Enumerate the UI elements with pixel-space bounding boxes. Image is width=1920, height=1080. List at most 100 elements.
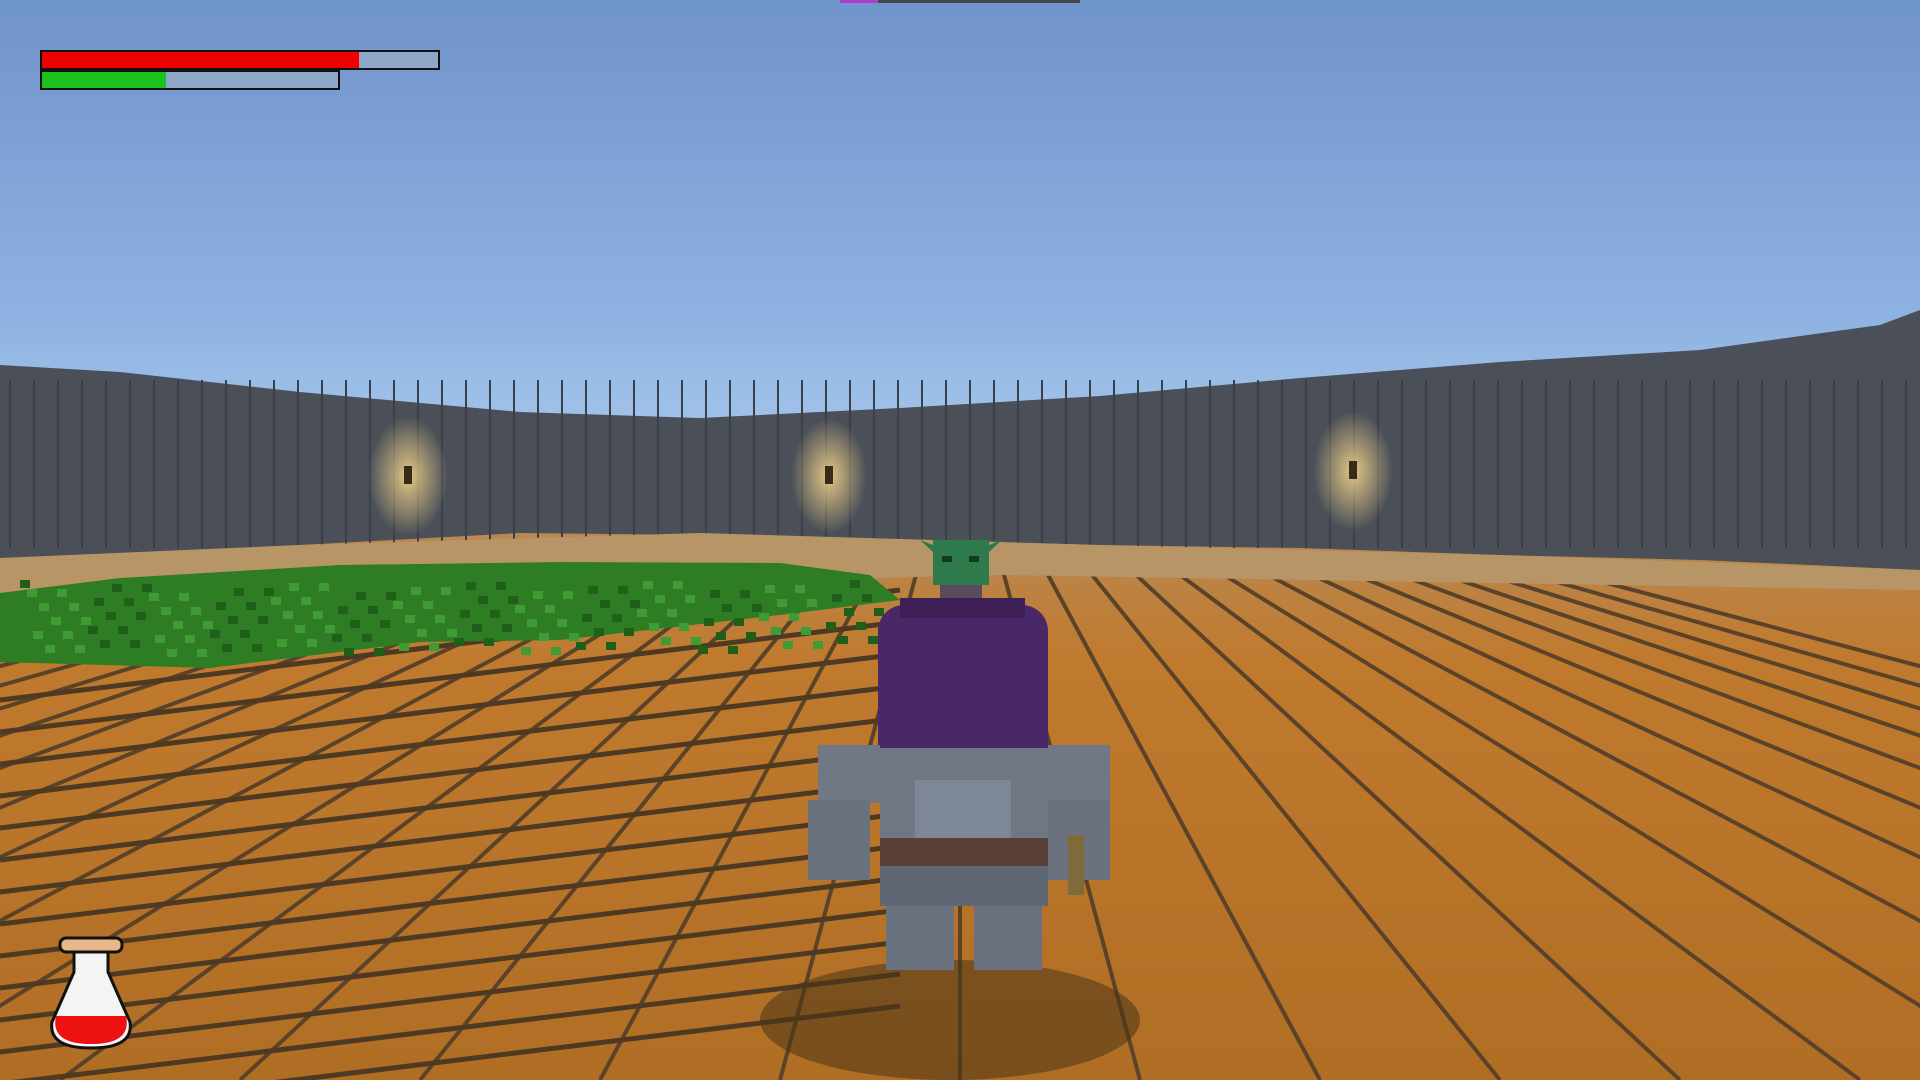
grass-tuft (197, 649, 207, 657)
grass-tuft (142, 584, 152, 592)
grass-tuft (783, 641, 793, 649)
grass-tuft (20, 580, 30, 588)
grass-tuft (88, 626, 98, 634)
grass-tuft (533, 591, 543, 599)
grass-tuft (277, 639, 287, 647)
grass-tuft (252, 644, 262, 652)
grass-tuft (588, 586, 598, 594)
grass-tuft (777, 599, 787, 607)
grass-tuft (771, 627, 781, 635)
grass-tuft (594, 628, 604, 636)
grass-tuft (386, 592, 396, 600)
grass-tuft (240, 630, 250, 638)
grass-tuft (484, 638, 494, 646)
grass-tuft (472, 624, 482, 632)
grass-tuft (740, 590, 750, 598)
grass-tuft (460, 610, 470, 618)
grass-tuft (515, 605, 525, 613)
grass-tuft (545, 605, 555, 613)
grass-tuft (569, 633, 579, 641)
grass-tuft (716, 632, 726, 640)
grass-tuft (301, 597, 311, 605)
grass-tuft (765, 585, 775, 593)
grass-tuft (813, 641, 823, 649)
wall-torch (1313, 411, 1393, 531)
grass-tuft (539, 633, 549, 641)
grass-tuft (33, 631, 43, 639)
grass-tuft (136, 612, 146, 620)
wall-torch (368, 416, 448, 536)
grass-tuft (801, 627, 811, 635)
grass-tuft (807, 599, 817, 607)
grass-tuft (673, 581, 683, 589)
grass-tuft (466, 582, 476, 590)
grass-tuft (691, 637, 701, 645)
grass-tuft (118, 626, 128, 634)
grass-tuft (521, 647, 531, 655)
grass-tuft (563, 591, 573, 599)
grass-tuft (759, 613, 769, 621)
health-potion-icon[interactable] (46, 936, 136, 1052)
grass-tuft (435, 615, 445, 623)
grass-tuft (216, 602, 226, 610)
enemy-health-bar-fill (840, 0, 879, 3)
grass-tuft (319, 583, 329, 591)
grass-tuft (344, 648, 354, 656)
grass-tuft (338, 606, 348, 614)
grass-tuft (728, 646, 738, 654)
grass-tuft (356, 592, 366, 600)
health-bar-fill (42, 52, 359, 68)
grass-tuft (106, 612, 116, 620)
grass-tuft (423, 601, 433, 609)
grass-tuft (246, 602, 256, 610)
grass-tuft (557, 619, 567, 627)
grass-tuft (868, 636, 878, 644)
grass-tuft (447, 629, 457, 637)
grass-tuft (185, 635, 195, 643)
grass-tuft (100, 640, 110, 648)
grass-tuft (228, 616, 238, 624)
health-bar (40, 50, 440, 70)
grass-tuft (399, 643, 409, 651)
grass-tuft (856, 622, 866, 630)
grass-tuft (39, 603, 49, 611)
grass-tuft (417, 629, 427, 637)
grass-tuft (441, 587, 451, 595)
grass-tuft (167, 649, 177, 657)
grass-tuft (527, 619, 537, 627)
stamina-bar-fill (42, 72, 167, 88)
grass-tuft (429, 643, 439, 651)
grass-tuft (295, 625, 305, 633)
grass-tuft (130, 640, 140, 648)
grass-tuft (332, 634, 342, 642)
player-shadow (760, 960, 1140, 1080)
grass-tuft (368, 606, 378, 614)
grass-tuft (722, 604, 732, 612)
grass-tuft (704, 618, 714, 626)
grass-tuft (698, 646, 708, 654)
grass-tuft (271, 597, 281, 605)
grass-tuft (362, 634, 372, 642)
grass-tuft (832, 594, 842, 602)
grass-tuft (161, 607, 171, 615)
grass-tuft (655, 595, 665, 603)
grass-tuft (496, 582, 506, 590)
grass-tuft (173, 621, 183, 629)
grass-tuft (454, 638, 464, 646)
grass-tuft (746, 632, 756, 640)
game-scene[interactable] (0, 0, 1920, 1080)
grass-tuft (393, 601, 403, 609)
grass-tuft (289, 583, 299, 591)
grass-tuft (57, 589, 67, 597)
grass-tuft (313, 611, 323, 619)
grass-tuft (45, 645, 55, 653)
grass-tuft (112, 584, 122, 592)
grass-tuft (874, 608, 884, 616)
enemy-health-bar (840, 0, 1080, 3)
grass-tuft (210, 630, 220, 638)
grass-tuft (789, 613, 799, 621)
grass-tuft (582, 614, 592, 622)
grass-tuft (179, 593, 189, 601)
grass-tuft (149, 593, 159, 601)
grass-tuft (667, 609, 677, 617)
